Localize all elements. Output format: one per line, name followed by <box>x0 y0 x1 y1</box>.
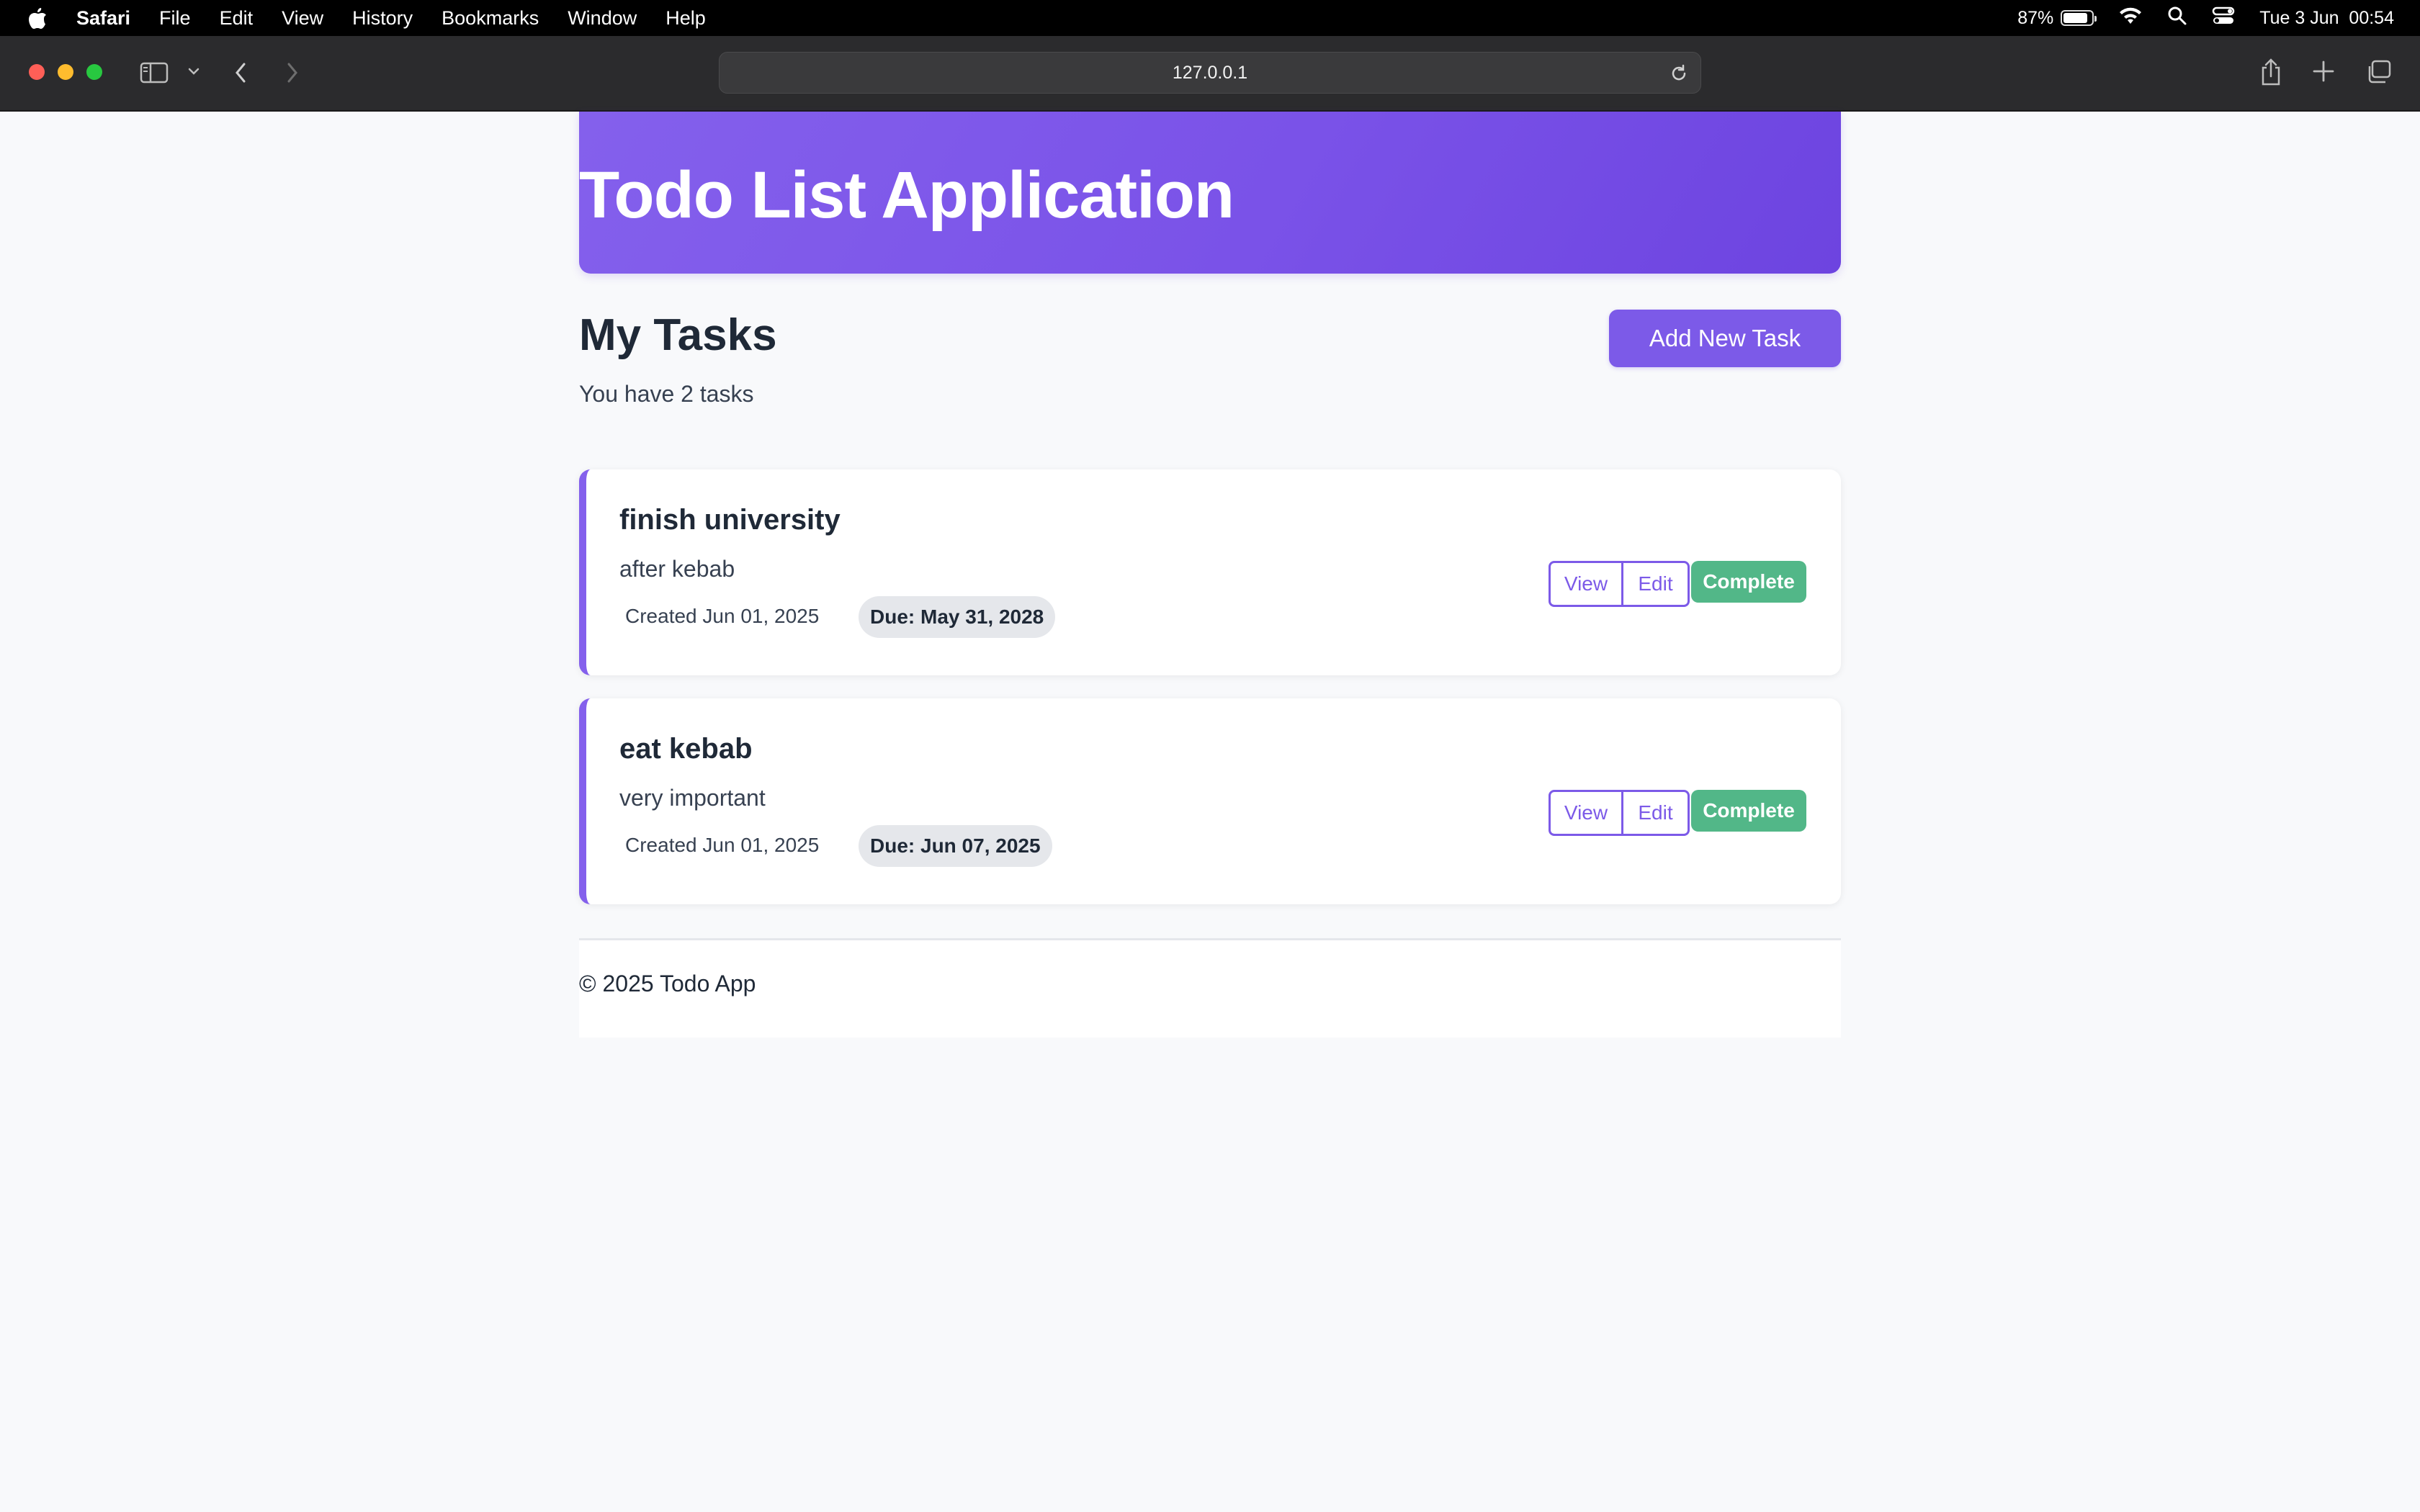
task-actions: View Edit Complete <box>1549 561 1806 607</box>
sidebar-icon[interactable] <box>140 62 169 84</box>
task-created-date: Created Jun 01, 2025 <box>625 605 820 627</box>
add-new-task-button[interactable]: Add New Task <box>1609 310 1841 367</box>
menu-history[interactable]: History <box>352 7 413 30</box>
menubar-datetime[interactable]: Tue 3 Jun 00:54 <box>2259 8 2394 29</box>
menu-edit[interactable]: Edit <box>220 7 254 30</box>
view-task-button[interactable]: View <box>1549 790 1623 836</box>
chevron-down-icon[interactable] <box>187 66 200 76</box>
battery-icon <box>2061 10 2097 26</box>
close-window-button[interactable] <box>29 64 45 80</box>
complete-task-button[interactable]: Complete <box>1691 790 1806 832</box>
view-task-button[interactable]: View <box>1549 561 1623 607</box>
footer-copyright: © 2025 Todo App <box>579 971 756 996</box>
menu-bar: Safari File Edit View History Bookmarks … <box>0 0 2420 36</box>
task-description: after kebab <box>619 556 735 582</box>
task-due-badge: Due: Jun 07, 2025 <box>859 825 1052 867</box>
page-footer: © 2025 Todo App <box>579 938 1841 1038</box>
tab-overview-icon[interactable] <box>2365 60 2391 84</box>
menubar-status-area: 87% Tue 3 Jun 00:54 <box>2017 0 2394 36</box>
url-text: 127.0.0.1 <box>1172 62 1248 83</box>
complete-task-button[interactable]: Complete <box>1691 561 1806 603</box>
forward-icon[interactable] <box>285 61 300 84</box>
header-banner: Todo List Application <box>579 112 1841 274</box>
battery-level <box>2063 13 2088 23</box>
task-title: eat kebab <box>619 733 753 765</box>
reload-icon[interactable] <box>1669 63 1689 89</box>
task-description: very important <box>619 785 766 811</box>
address-bar[interactable]: 127.0.0.1 <box>719 52 1701 94</box>
task-created-date: Created Jun 01, 2025 <box>625 834 820 856</box>
fullscreen-window-button[interactable] <box>86 64 102 80</box>
task-card: eat kebab very important Created Jun 01,… <box>579 698 1841 904</box>
battery-percent: 87% <box>2017 7 2054 28</box>
section-title: My Tasks <box>579 310 777 360</box>
battery-status[interactable]: 87% <box>2017 7 2097 29</box>
web-page: Todo List Application My Tasks You have … <box>0 112 2420 1512</box>
apple-icon[interactable] <box>27 6 49 30</box>
back-icon[interactable] <box>233 61 248 84</box>
menu-help[interactable]: Help <box>666 7 706 30</box>
wifi-icon[interactable] <box>2118 6 2143 30</box>
share-icon[interactable] <box>2260 58 2282 86</box>
task-card: finish university after kebab Created Ju… <box>579 469 1841 675</box>
new-tab-icon[interactable] <box>2312 60 2335 83</box>
page-title: Todo List Application <box>579 158 1234 232</box>
edit-task-button[interactable]: Edit <box>1623 790 1690 836</box>
task-due-badge: Due: May 31, 2028 <box>859 596 1056 638</box>
menu-app-safari[interactable]: Safari <box>76 7 130 30</box>
task-title: finish university <box>619 504 841 536</box>
menu-window[interactable]: Window <box>568 7 637 30</box>
minimize-window-button[interactable] <box>58 64 73 80</box>
menu-view[interactable]: View <box>282 7 323 30</box>
menu-bookmarks[interactable]: Bookmarks <box>442 7 539 30</box>
task-actions: View Edit Complete <box>1549 790 1806 836</box>
spotlight-search-icon[interactable] <box>2167 6 2187 31</box>
control-center-icon[interactable] <box>2212 6 2235 30</box>
task-count: You have 2 tasks <box>579 381 754 407</box>
edit-task-button[interactable]: Edit <box>1623 561 1690 607</box>
menu-file[interactable]: File <box>159 7 191 30</box>
